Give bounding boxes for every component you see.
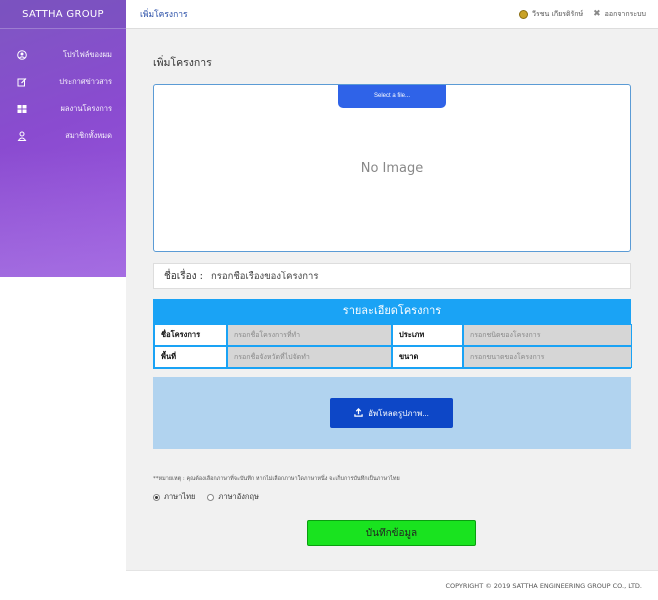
page-title: เพิ่มโครงการ	[153, 57, 212, 69]
sidebar-item-label: ผลงานโครงการ	[60, 103, 112, 113]
top-bar-actions: วีรชน เกียรติรักษ์ ✖ ออกจากระบบ	[519, 9, 658, 20]
radio-english-label: ภาษาอังกฤษ	[218, 492, 259, 501]
project-detail-table: รายละเอียดโครงการ ชื่อโครงการ กรอกชื่อโค…	[153, 299, 632, 369]
breadcrumb[interactable]: เพิ่มโครงการ	[140, 7, 188, 21]
sidebar-item-profile[interactable]: โปรไฟล์ของผม	[0, 41, 126, 68]
sidebar: SATTHA GROUP โปรไฟล์ของผม ประกาศข่าวสาร …	[0, 0, 126, 277]
sidebar-blank-area	[0, 277, 126, 600]
title-input[interactable]	[211, 270, 592, 282]
radio-thai-label: ภาษาไทย	[164, 492, 196, 501]
upload-image-button[interactable]: อัพโหลดรูปภาพ...	[330, 398, 453, 428]
logout-button[interactable]: ✖ ออกจากระบบ	[593, 9, 646, 20]
edit-icon	[16, 76, 28, 88]
size-input[interactable]: กรอกขนาดของโครงการ	[463, 346, 632, 368]
sidebar-item-label: ประกาศข่าวสาร	[59, 76, 112, 86]
detail-heading: รายละเอียดโครงการ	[153, 299, 631, 323]
footer: COPYRIGHT © 2019 SATTHA ENGINEERING GROU…	[126, 570, 658, 600]
select-file-button[interactable]: Select a file...	[338, 85, 446, 108]
language-note: **หมายเหตุ : คุณต้องเลือกภาษาที่จะบันทึก…	[153, 476, 400, 482]
copyright-text: COPYRIGHT © 2019 SATTHA ENGINEERING GROU…	[445, 582, 642, 590]
sidebar-nav: โปรไฟล์ของผม ประกาศข่าวสาร ผลงานโครงการ …	[0, 29, 126, 149]
image-preview-box: Select a file... No Image	[153, 84, 631, 252]
main-content: เพิ่มโครงการ Select a file... No Image ช…	[126, 29, 658, 570]
brand-logo: SATTHA GROUP	[0, 0, 126, 29]
project-name-label: ชื่อโครงการ	[154, 324, 227, 346]
logout-label: ออกจากระบบ	[604, 9, 646, 18]
user-name: วีรชน เกียรติรักษ์	[532, 9, 584, 18]
detail-grid: ชื่อโครงการ กรอกชื่อโครงการที่ทำ ประเภท …	[153, 323, 632, 369]
grid-icon	[16, 103, 28, 115]
radio-english-indicator[interactable]	[207, 493, 215, 501]
area-input[interactable]: กรอกชื่อจังหวัดที่ไปจัดทำ	[227, 346, 392, 368]
radio-english[interactable]: ภาษาอังกฤษ	[207, 491, 259, 503]
user-circle-icon	[16, 49, 28, 61]
no-image-text: No Image	[360, 161, 424, 176]
save-button[interactable]: บันทึกข้อมูล	[307, 520, 476, 546]
upload-icon	[354, 407, 363, 419]
project-name-input[interactable]: กรอกชื่อโครงการที่ทำ	[227, 324, 392, 346]
title-field-row: ชื่อเรื่อง :	[153, 263, 631, 289]
sidebar-item-label: โปรไฟล์ของผม	[62, 49, 112, 59]
sidebar-item-projects[interactable]: ผลงานโครงการ	[0, 95, 126, 122]
sidebar-item-news[interactable]: ประกาศข่าวสาร	[0, 68, 126, 95]
language-radio-group: ภาษาไทย ภาษาอังกฤษ	[153, 491, 259, 503]
close-icon: ✖	[593, 9, 601, 19]
size-label: ขนาด	[392, 346, 463, 368]
upload-area: อัพโหลดรูปภาพ...	[153, 377, 631, 449]
sidebar-item-members[interactable]: สมาชิกทั้งหมด	[0, 122, 126, 149]
top-bar: เพิ่มโครงการ วีรชน เกียรติรักษ์ ✖ ออกจาก…	[126, 0, 658, 29]
radio-thai-indicator[interactable]	[153, 493, 160, 501]
radio-thai[interactable]: ภาษาไทย	[153, 491, 195, 503]
area-label: พื้นที่	[154, 346, 227, 368]
person-icon	[16, 130, 28, 142]
upload-label: อัพโหลดรูปภาพ...	[368, 408, 429, 418]
project-type-label: ประเภท	[392, 324, 463, 346]
user-menu[interactable]: วีรชน เกียรติรักษ์	[519, 9, 583, 20]
project-type-input[interactable]: กรอกชนิดของโครงการ	[463, 324, 632, 346]
avatar	[519, 9, 529, 19]
title-label: ชื่อเรื่อง :	[164, 270, 204, 282]
sidebar-item-label: สมาชิกทั้งหมด	[65, 130, 112, 140]
